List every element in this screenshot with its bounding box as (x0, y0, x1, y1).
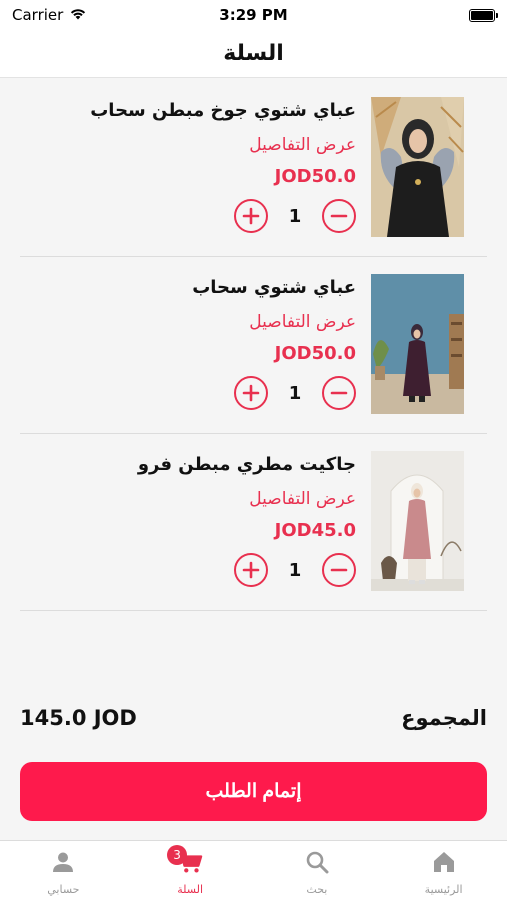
cart-badge: 3 (167, 845, 188, 865)
tab-account[interactable]: حسابي (0, 841, 127, 900)
quantity-value: 1 (288, 559, 302, 581)
cart-item: جاكيت مطري مبطن فرو عرض التفاصيل JOD45.0… (20, 434, 487, 611)
item-info: جاكيت مطري مبطن فرو عرض التفاصيل JOD45.0 (116, 452, 356, 544)
total-amount: 145.0 JOD (20, 706, 137, 730)
view-details-link[interactable]: عرض التفاصيل (116, 133, 356, 157)
increase-quantity-button[interactable] (234, 376, 268, 410)
nav-header: السلة (0, 30, 507, 78)
product-price: JOD50.0 (274, 343, 356, 364)
decrease-quantity-button[interactable] (322, 553, 356, 587)
item-info: عباي شتوي سحاب عرض التفاصيل JOD50.0 (116, 275, 356, 367)
minus-icon (330, 391, 348, 395)
product-price: JOD50.0 (274, 166, 356, 187)
tab-label: الرئيسية (424, 883, 463, 896)
quantity-value: 1 (288, 382, 302, 404)
cart-item: عباي شتوي سحاب عرض التفاصيل JOD50.0 1 (20, 257, 487, 434)
cart-screen: Carrier 3:29 PM السلة عباي شتوي جوخ مبطن… (0, 0, 507, 900)
checkout-button[interactable]: إتمام الطلب (20, 762, 487, 821)
quantity-stepper: 1 (234, 198, 356, 234)
increase-quantity-button[interactable] (234, 199, 268, 233)
quantity-value: 1 (288, 205, 302, 227)
search-icon (304, 849, 330, 875)
page-title: السلة (223, 41, 284, 66)
product-price: JOD45.0 (274, 520, 356, 541)
status-left: Carrier (12, 6, 87, 24)
decrease-quantity-button[interactable] (322, 199, 356, 233)
tab-home[interactable]: الرئيسية (380, 841, 507, 900)
tab-label: السلة (177, 883, 203, 896)
tab-label: بحث (306, 883, 328, 896)
product-name: جاكيت مطري مبطن فرو (137, 454, 356, 475)
cart-icon: 3 (167, 845, 203, 875)
increase-quantity-button[interactable] (234, 553, 268, 587)
decrease-quantity-button[interactable] (322, 376, 356, 410)
plus-icon (242, 384, 260, 402)
view-details-link[interactable]: عرض التفاصيل (116, 487, 356, 511)
quantity-stepper: 1 (234, 552, 356, 588)
battery-icon (469, 8, 498, 22)
tab-bar: حسابي 3 السلة بحث الرئيسية (0, 840, 507, 900)
minus-icon (330, 214, 348, 218)
person-icon (50, 849, 76, 875)
item-info: عباي شتوي جوخ مبطن سحاب عرض التفاصيل JOD… (90, 98, 356, 190)
plus-icon (242, 207, 260, 225)
wifi-icon (69, 6, 87, 24)
cart-item: عباي شتوي جوخ مبطن سحاب عرض التفاصيل JOD… (20, 80, 487, 257)
product-image[interactable] (371, 97, 464, 237)
view-details-link[interactable]: عرض التفاصيل (116, 310, 356, 334)
total-label: المجموع (401, 706, 487, 730)
plus-icon (242, 561, 260, 579)
product-name: عباي شتوي جوخ مبطن سحاب (90, 100, 356, 121)
tab-search[interactable]: بحث (254, 841, 381, 900)
home-icon (431, 849, 457, 875)
product-image[interactable] (371, 274, 464, 414)
product-name: عباي شتوي سحاب (192, 277, 356, 298)
cart-list: عباي شتوي جوخ مبطن سحاب عرض التفاصيل JOD… (0, 80, 507, 611)
carrier-label: Carrier (12, 6, 64, 24)
total-row: 145.0 JOD المجموع (20, 700, 487, 736)
status-bar: Carrier 3:29 PM (0, 0, 507, 30)
quantity-stepper: 1 (234, 375, 356, 411)
tab-cart[interactable]: 3 السلة (127, 841, 254, 900)
tab-label: حسابي (47, 883, 80, 896)
minus-icon (330, 568, 348, 572)
product-image[interactable] (371, 451, 464, 591)
